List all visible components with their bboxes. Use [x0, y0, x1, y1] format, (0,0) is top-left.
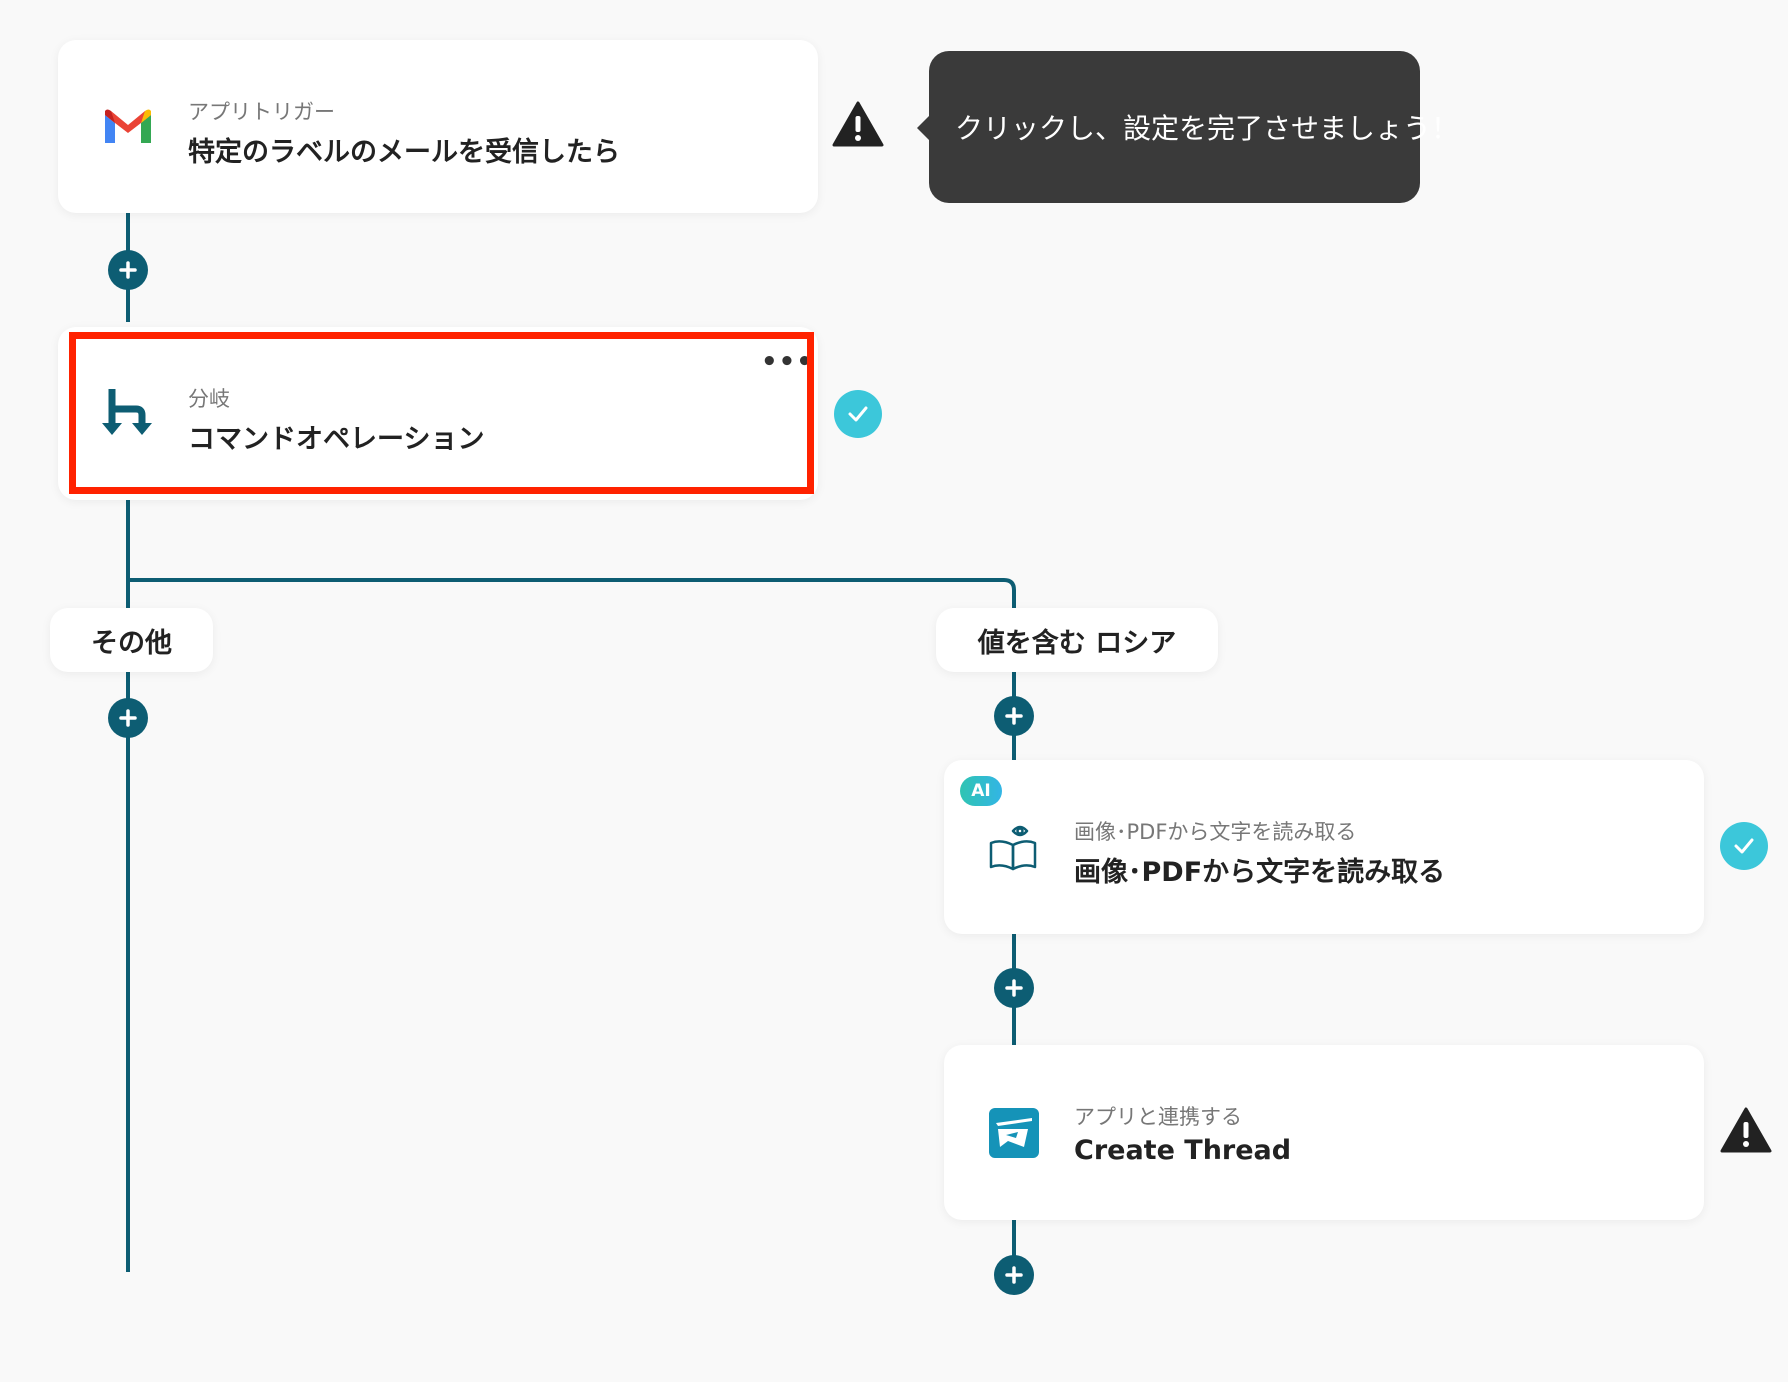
branch-other-label: その他: [91, 627, 172, 659]
thread-card[interactable]: アプリと連携する Create Thread: [944, 1045, 1704, 1220]
highlight-box: [69, 332, 814, 494]
add-step-button-left[interactable]: [108, 698, 148, 738]
tooltip-text: クリックし、設定を完了させましょう！: [955, 112, 1460, 145]
plus-icon: [119, 261, 137, 279]
flow-canvas: アプリトリガー 特定のラベルのメールを受信したら クリックし、設定を完了させまし…: [0, 0, 1788, 1382]
chatwork-app-icon: [986, 1105, 1042, 1161]
ocr-card[interactable]: AI 画像･PDFから文字を読み取る 画像･PDFから文字を読み取る: [944, 760, 1704, 934]
add-step-button-end[interactable]: [994, 1255, 1034, 1295]
setup-tooltip: クリックし、設定を完了させましょう！: [929, 51, 1459, 203]
trigger-warning-icon[interactable]: [832, 100, 884, 148]
add-step-button-mid[interactable]: [994, 968, 1034, 1008]
plus-icon: [1005, 707, 1023, 725]
gmail-icon: [100, 98, 156, 154]
ocr-complete-check: [1720, 822, 1768, 870]
plus-icon: [1005, 979, 1023, 997]
ocr-title: 画像･PDFから文字を読み取る: [1074, 857, 1446, 888]
tooltip-arrow: [917, 116, 929, 140]
branch-other-pill[interactable]: その他: [50, 608, 213, 672]
trigger-sublabel: アプリトリガー: [188, 100, 335, 124]
book-eye-icon: [986, 818, 1042, 874]
check-icon: [848, 406, 868, 422]
plus-icon: [1005, 1266, 1023, 1284]
add-step-button-right[interactable]: [994, 696, 1034, 736]
connector-split: [128, 578, 1016, 608]
trigger-card[interactable]: アプリトリガー 特定のラベルのメールを受信したら: [58, 40, 818, 213]
thread-title: Create Thread: [1074, 1135, 1292, 1166]
thread-warning-icon[interactable]: [1720, 1106, 1772, 1154]
ai-badge: AI: [960, 776, 1002, 806]
ocr-sublabel: 画像･PDFから文字を読み取る: [1074, 820, 1357, 844]
branch-complete-check: [834, 390, 882, 438]
add-step-button[interactable]: [108, 250, 148, 290]
thread-sublabel: アプリと連携する: [1074, 1105, 1242, 1129]
trigger-title: 特定のラベルのメールを受信したら: [188, 137, 620, 168]
plus-icon: [119, 709, 137, 727]
branch-contains-label: 値を含む ロシア: [977, 627, 1177, 659]
branch-contains-pill[interactable]: 値を含む ロシア: [936, 608, 1218, 672]
check-icon: [1734, 838, 1754, 854]
